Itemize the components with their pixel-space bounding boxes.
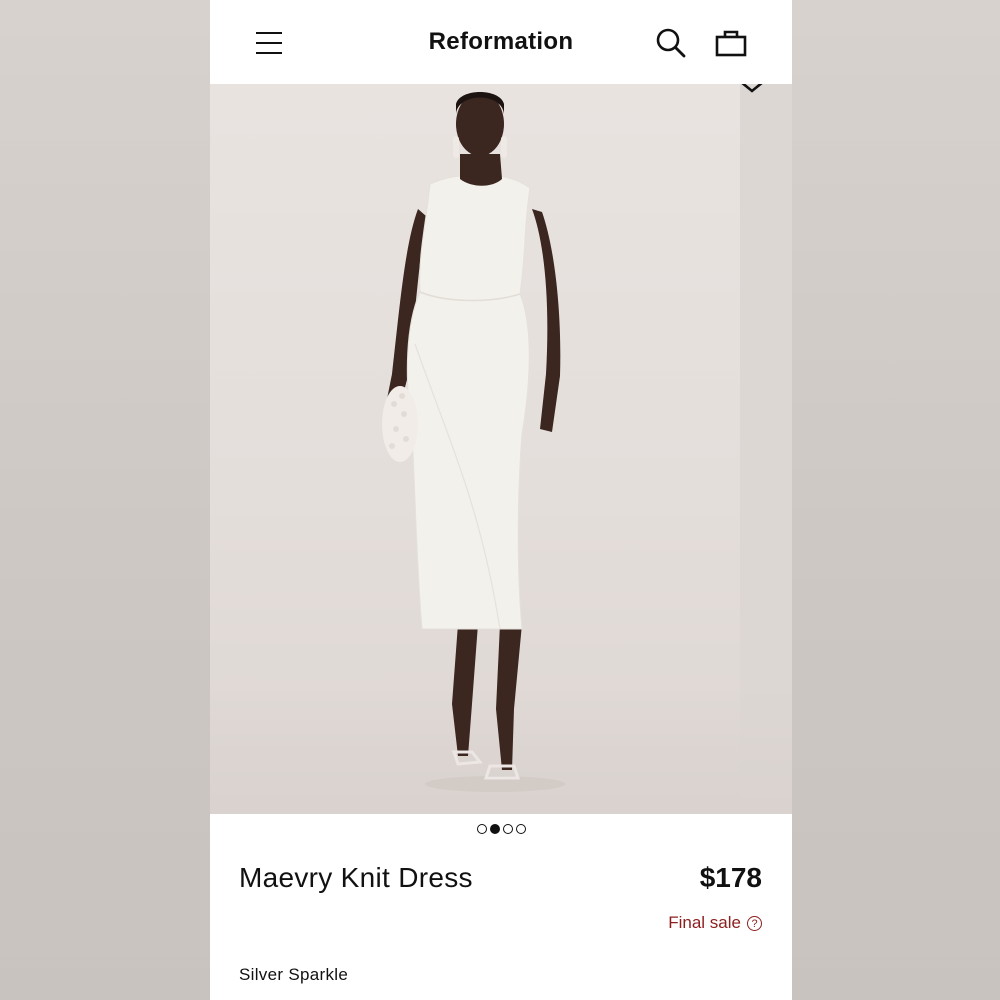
help-icon[interactable]: ? xyxy=(747,915,762,931)
backdrop-left xyxy=(0,0,210,1000)
site-header: Reformation xyxy=(210,0,792,84)
carousel-dot-4[interactable] xyxy=(515,824,526,834)
model-figure xyxy=(382,92,565,792)
carousel-dot-1[interactable] xyxy=(476,824,487,834)
product-page: Reformation Maevry Knit Dress $178 Final… xyxy=(210,0,792,1000)
carousel-dot-3[interactable] xyxy=(502,824,513,834)
product-image[interactable] xyxy=(210,84,792,814)
product-price: $178 xyxy=(699,862,762,893)
shopping-bag-icon[interactable] xyxy=(714,26,748,60)
product-title: Maevry Knit Dress xyxy=(239,862,473,893)
final-sale-label: Final sale xyxy=(668,913,741,932)
backdrop-right xyxy=(792,0,1000,1000)
carousel-dot-2[interactable] xyxy=(489,824,500,834)
brand-logo[interactable]: Reformation xyxy=(210,28,792,56)
final-sale-notice[interactable]: Final sale ? xyxy=(668,913,762,933)
carousel-indicators xyxy=(210,824,792,834)
selected-color-name: Silver Sparkle xyxy=(239,965,349,984)
search-icon[interactable] xyxy=(654,26,688,60)
